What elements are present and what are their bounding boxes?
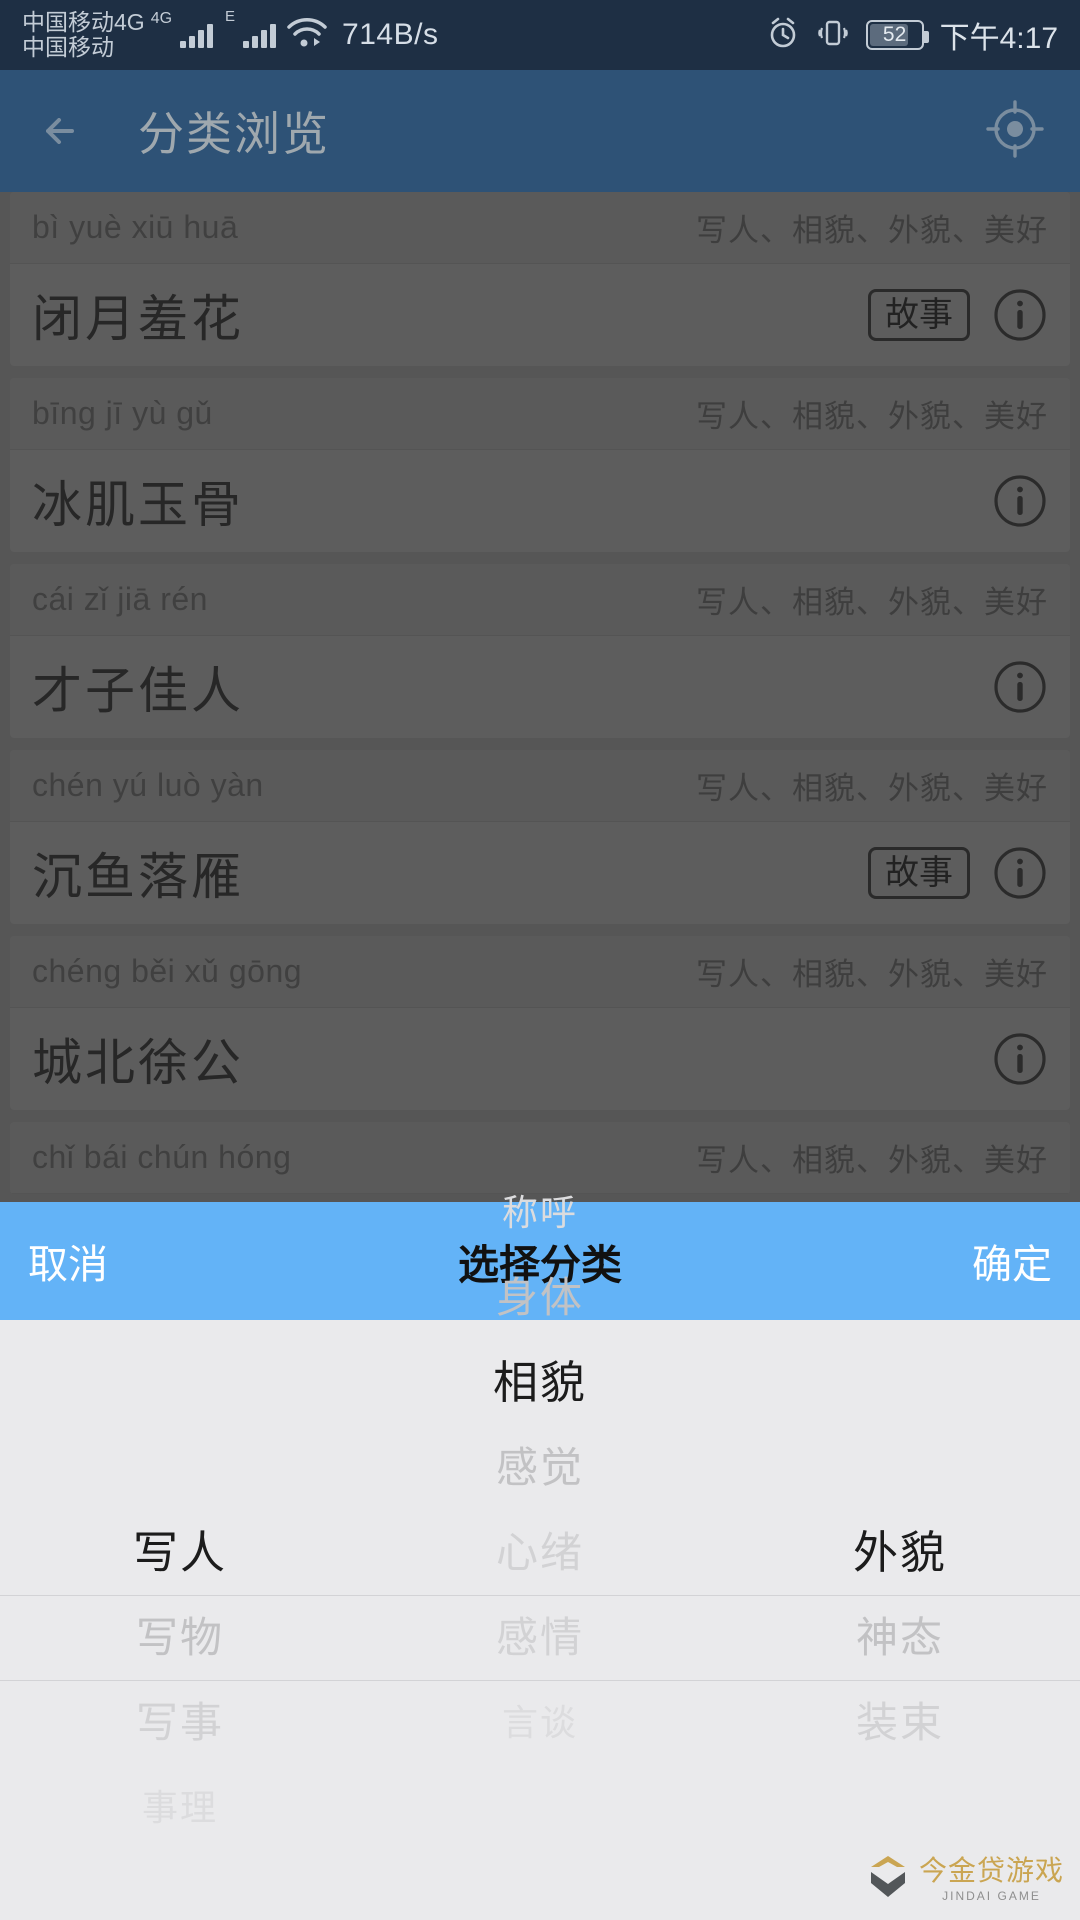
watermark-cn-label: 今金贷游戏 [918,1854,1064,1886]
signal-bars-icon-2 [243,22,277,48]
carrier-line-2: 中国移动 [22,34,114,60]
picker-wheels: 写人 写物 写事 事理 称呼 身体 相貌 感觉 心绪 感情 言谈 外貌 神态 装… [0,1192,1080,1920]
picker-option[interactable] [720,1340,1080,1425]
edge-network-label: E [225,8,236,25]
watermark-logo-icon [865,1853,911,1906]
picker-option-selected[interactable]: 外貌 [720,1510,1080,1595]
wifi-icon [286,17,328,53]
picker-column-1[interactable]: 写人 写物 写事 事理 [0,1320,360,1920]
status-bar-right-group: 52 下午4:17 [766,13,1058,57]
network-type-badge: 4G [150,10,173,27]
picker-option[interactable]: 称呼 [360,1170,720,1255]
picker-option[interactable]: 感情 [360,1595,720,1680]
category-picker-sheet: 取消 选择分类 确定 写人 写物 写事 事理 称呼 身体 相貌 感觉 心绪 感情… [0,1192,1080,1920]
picker-option[interactable]: 心绪 [360,1510,720,1595]
modal-scrim[interactable] [0,192,1080,1202]
watermark-en-label: JINDAI GAME [942,1888,1041,1903]
status-bar: 中国移动4G 中国移动 4G E 714B/s 52 下午4:17 [0,0,1080,70]
network-speed-label: 714B/s [342,18,439,51]
back-arrow-icon[interactable] [34,103,90,159]
picker-option[interactable]: 装束 [720,1680,1080,1765]
watermark-text: 今金贷游戏 JINDAI GAME [918,1854,1064,1903]
battery-level-label: 52 [882,23,907,46]
picker-option[interactable]: 神态 [720,1595,1080,1680]
picker-option[interactable]: 写事 [0,1680,360,1765]
watermark: 今金贷游戏 JINDAI GAME [865,1853,1064,1906]
clock-label: 下午4:17 [939,22,1058,55]
picker-column-2[interactable]: 称呼 身体 相貌 感觉 心绪 感情 言谈 [360,1192,720,1920]
gps-target-icon[interactable] [984,98,1046,165]
picker-option[interactable]: 写物 [0,1595,360,1680]
picker-column-3[interactable]: 外貌 神态 装束 [720,1320,1080,1920]
vibrate-icon [816,16,850,55]
app-bar: 分类浏览 [0,70,1080,192]
alarm-icon [766,16,800,55]
picker-option[interactable]: 感觉 [360,1425,720,1510]
page-title: 分类浏览 [138,108,330,160]
picker-option-selected[interactable]: 写人 [0,1510,360,1595]
carrier-line-1: 中国移动4G [22,9,145,36]
carrier-label: 中国移动4G 中国移动 [22,10,145,60]
picker-option[interactable]: 言谈 [360,1680,720,1765]
signal-bars-icon [180,22,214,48]
picker-option[interactable] [0,1425,360,1510]
picker-option-selected[interactable]: 相貌 [360,1340,720,1425]
picker-option[interactable] [0,1340,360,1425]
picker-option[interactable]: 身体 [360,1255,720,1340]
picker-option[interactable]: 事理 [0,1765,360,1850]
picker-option[interactable] [720,1425,1080,1510]
phone-screen: 中国移动4G 中国移动 4G E 714B/s 52 下午4:17 分类浏览 b… [0,0,1080,1920]
battery-icon: 52 [865,20,929,50]
